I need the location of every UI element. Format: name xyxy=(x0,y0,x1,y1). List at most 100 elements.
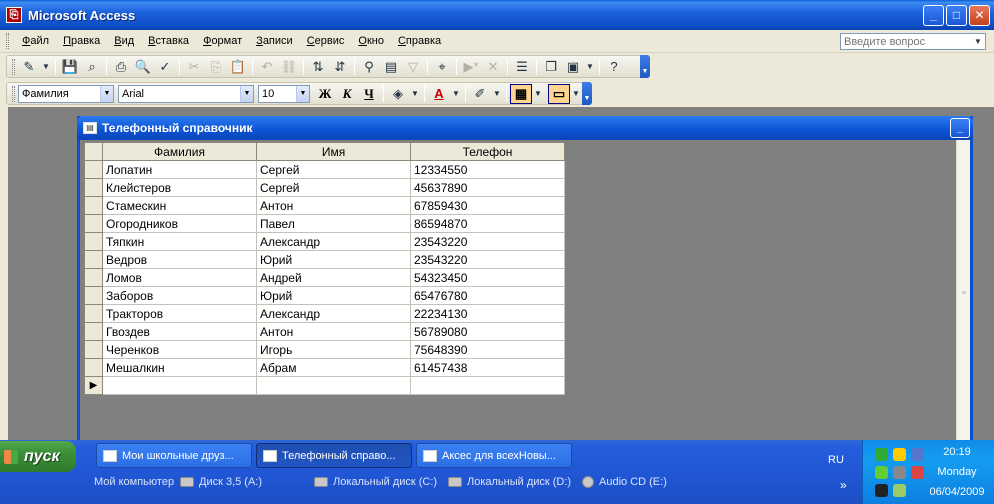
cell-surname[interactable]: Ведров xyxy=(102,250,257,269)
fill-color-icon[interactable]: ◈ xyxy=(387,84,409,104)
scrollbar-thumb[interactable]: ≡ xyxy=(958,140,970,446)
record-selector[interactable] xyxy=(84,268,103,287)
new-record-cell[interactable] xyxy=(102,376,257,395)
bold-button[interactable]: Ж xyxy=(314,84,336,104)
task-button-1[interactable]: Мои школьные друз... xyxy=(96,443,252,468)
record-selector[interactable] xyxy=(84,304,103,323)
record-selector[interactable] xyxy=(84,214,103,233)
font-size-select[interactable]: 10 ▼ xyxy=(258,84,310,103)
record-selector[interactable] xyxy=(84,196,103,215)
cell-name[interactable]: Павел xyxy=(256,214,411,233)
security-shield-icon[interactable] xyxy=(893,448,906,461)
new-record-row[interactable]: ▶ xyxy=(84,376,565,395)
menu-tools[interactable]: Сервис xyxy=(300,33,352,49)
cell-name[interactable]: Абрам xyxy=(256,358,411,377)
cell-surname[interactable]: Ломов xyxy=(102,268,257,287)
keyboard-icon[interactable] xyxy=(893,484,906,497)
view-dropdown-icon[interactable]: ▼ xyxy=(40,57,52,77)
menu-insert[interactable]: Вставка xyxy=(141,33,196,49)
properties-icon[interactable]: ☰ xyxy=(511,57,533,77)
cell-name[interactable]: Андрей xyxy=(256,268,411,287)
vertical-scrollbar[interactable]: ≡ xyxy=(956,140,970,446)
cell-phone[interactable]: 75648390 xyxy=(410,340,565,359)
cell-surname[interactable]: Тяпкин xyxy=(102,232,257,251)
gridlines-icon[interactable]: ▦ xyxy=(510,83,532,104)
gridlines-dropdown-icon[interactable]: ▼ xyxy=(532,84,544,104)
chevron-down-icon[interactable]: ▼ xyxy=(971,37,985,46)
record-selector[interactable] xyxy=(84,160,103,179)
apply-filter-icon[interactable]: ▽ xyxy=(402,57,424,77)
cell-phone[interactable]: 86594870 xyxy=(410,214,565,233)
cell-phone[interactable]: 61457438 xyxy=(410,358,565,377)
menu-help[interactable]: Справка xyxy=(391,33,448,49)
help-icon[interactable]: ? xyxy=(603,57,625,77)
cell-name[interactable]: Юрий xyxy=(256,250,411,269)
print-preview-icon[interactable]: 🔍 xyxy=(132,57,154,77)
italic-button[interactable]: К xyxy=(336,84,358,104)
chevron-right-icon[interactable]: » xyxy=(840,478,847,492)
delete-record-icon[interactable]: ✕ xyxy=(482,57,504,77)
special-effect-icon[interactable]: ▭ xyxy=(548,83,570,104)
cell-name[interactable]: Антон xyxy=(256,322,411,341)
cell-name[interactable]: Александр xyxy=(256,232,411,251)
font-color-dropdown-icon[interactable]: ▼ xyxy=(450,84,462,104)
record-selector[interactable] xyxy=(84,358,103,377)
line-color-dropdown-icon[interactable]: ▼ xyxy=(491,84,503,104)
menu-view[interactable]: Вид xyxy=(107,33,141,49)
clock-day[interactable]: Monday xyxy=(926,466,988,478)
table-icon[interactable]: ▤ xyxy=(83,122,97,134)
toolbar-options-icon[interactable]: ▼ xyxy=(640,55,650,78)
cell-phone[interactable]: 65476780 xyxy=(410,286,565,305)
cell-name[interactable]: Сергей xyxy=(256,178,411,197)
toolbar-grip[interactable] xyxy=(12,85,15,102)
messenger-icon[interactable] xyxy=(875,466,888,479)
sort-ascending-icon[interactable]: ⇅ xyxy=(307,57,329,77)
menu-grip[interactable] xyxy=(6,33,9,49)
menu-edit[interactable]: Правка xyxy=(56,33,107,49)
font-select[interactable]: Arial ▼ xyxy=(118,84,254,103)
design-view-icon[interactable]: ✎ xyxy=(18,57,40,77)
task-button-3[interactable]: Аксес для всехНовы... xyxy=(416,443,572,468)
filter-by-form-icon[interactable]: ▤ xyxy=(380,57,402,77)
cell-phone[interactable]: 22234130 xyxy=(410,304,565,323)
record-selector[interactable] xyxy=(84,322,103,341)
chevron-down-icon[interactable]: ▼ xyxy=(100,85,113,102)
quick-link-floppy[interactable]: Диск 3,5 (A:) xyxy=(180,476,262,488)
access-app-icon[interactable]: ⎘ xyxy=(6,7,22,23)
record-selector[interactable] xyxy=(84,340,103,359)
chevron-down-icon[interactable]: ▼ xyxy=(240,85,253,102)
cell-name[interactable]: Сергей xyxy=(256,160,411,179)
record-selector[interactable] xyxy=(84,178,103,197)
cell-surname[interactable]: Огородников xyxy=(102,214,257,233)
minimize-button[interactable]: _ xyxy=(923,5,944,26)
cell-surname[interactable]: Клейстеров xyxy=(102,178,257,197)
menu-records[interactable]: Записи xyxy=(249,33,300,49)
cell-surname[interactable]: Стамескин xyxy=(102,196,257,215)
cell-surname[interactable]: Тракторов xyxy=(102,304,257,323)
cell-phone[interactable]: 23543220 xyxy=(410,250,565,269)
current-record-arrow-icon[interactable]: ▶ xyxy=(84,376,103,395)
underline-button[interactable]: Ч xyxy=(358,84,380,104)
save-icon[interactable]: 💾 xyxy=(59,57,81,77)
filter-by-selection-icon[interactable]: ⚲ xyxy=(358,57,380,77)
undo-icon[interactable]: ↶ xyxy=(256,57,278,77)
maximize-button[interactable]: □ xyxy=(946,5,967,26)
cell-name[interactable]: Антон xyxy=(256,196,411,215)
menu-format[interactable]: Формат xyxy=(196,33,249,49)
language-indicator[interactable]: RU xyxy=(828,454,844,466)
camera-icon[interactable] xyxy=(875,484,888,497)
app-title-bar[interactable]: ⎘ Microsoft Access _ □ ✕ xyxy=(0,0,994,30)
select-all-cell[interactable] xyxy=(84,142,103,161)
record-selector[interactable] xyxy=(84,286,103,305)
help-question-input[interactable] xyxy=(841,35,971,48)
cell-surname[interactable]: Заборов xyxy=(102,286,257,305)
spelling-icon[interactable]: ✓ xyxy=(154,57,176,77)
menu-window[interactable]: Окно xyxy=(351,33,391,49)
table-window-title-bar[interactable]: ▤ Телефонный справочник _ xyxy=(77,116,973,140)
search-file-icon[interactable]: ⌕ xyxy=(81,57,103,77)
special-effect-dropdown-icon[interactable]: ▼ xyxy=(570,84,582,104)
print-icon[interactable]: ⎙ xyxy=(110,57,132,77)
column-header-name[interactable]: Имя xyxy=(256,142,411,161)
record-selector[interactable] xyxy=(84,250,103,269)
cell-phone[interactable]: 23543220 xyxy=(410,232,565,251)
